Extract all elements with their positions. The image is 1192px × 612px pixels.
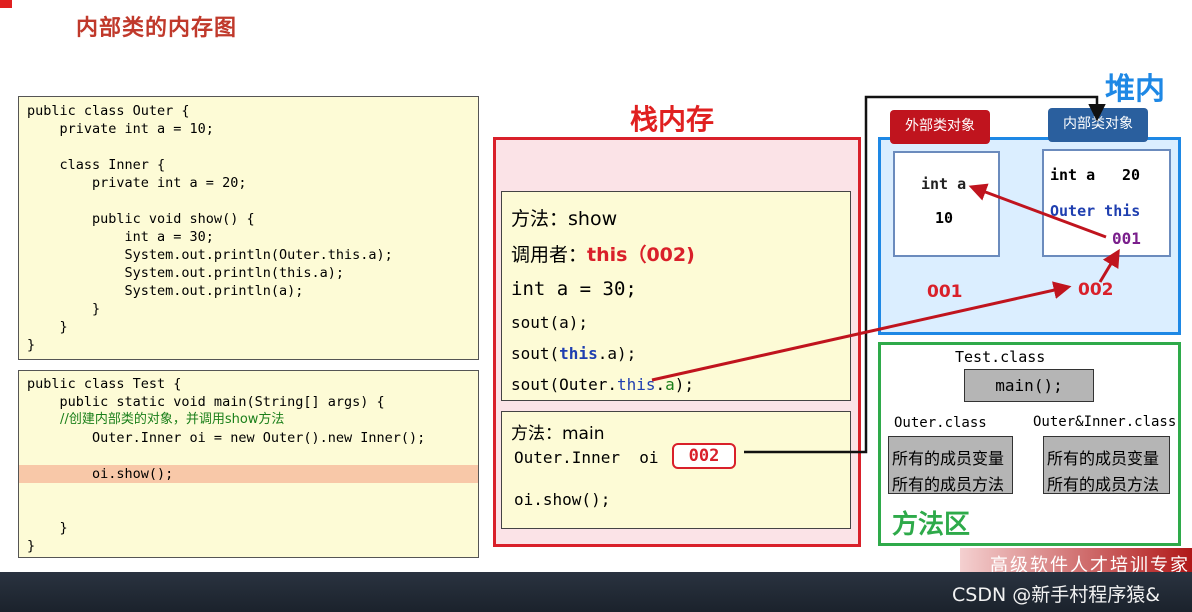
csdn-watermark: CSDN @新手村程序猿& — [952, 584, 1161, 606]
arrows-layer — [651, 95, 1120, 454]
outer-this-arrow — [651, 281, 1072, 382]
addr-002-arrow — [1098, 248, 1120, 283]
addr-001-arrow — [968, 183, 1107, 239]
oi-reference-line — [744, 95, 1106, 454]
